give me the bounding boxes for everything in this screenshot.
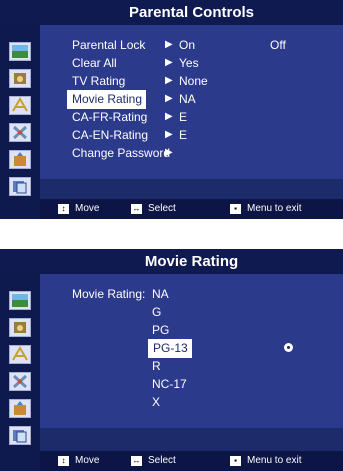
menu-item-value: On <box>179 38 196 52</box>
footer: ↕ Move ↔ Select ▪ Menu to exit <box>40 199 343 219</box>
rating-option-pg[interactable]: PG <box>152 321 169 340</box>
input-icon[interactable] <box>9 150 31 169</box>
menu-item-value: Yes <box>179 56 199 70</box>
channel-icon[interactable] <box>9 345 31 364</box>
movie-rating-menu: Movie Rating: NA G PG PG-13 R NC-17 X <box>40 274 343 428</box>
parental-controls-menu: Parental Lock ▶ On Off Clear All ▶ Yes TV Ratin… <box>40 25 343 179</box>
updown-icon: ↕ <box>58 455 69 466</box>
setup-icon[interactable] <box>9 123 31 142</box>
rating-option-nc-17[interactable]: NC-17 <box>152 375 187 394</box>
arrow-right-icon: ▶ <box>165 93 173 104</box>
application-icon[interactable] <box>9 177 31 196</box>
input-icon[interactable] <box>9 399 31 418</box>
menu-item-ca-fr-rating[interactable]: CA-FR-Rating <box>72 108 147 127</box>
footer-select: ↔ Select <box>131 455 176 466</box>
channel-icon[interactable] <box>9 96 31 115</box>
sound-icon[interactable] <box>9 318 31 337</box>
arrow-right-icon: ▶ <box>165 39 173 50</box>
rating-option-x[interactable]: X <box>152 393 160 412</box>
arrow-right-icon: ▶ <box>165 129 173 140</box>
menu-item-value: E <box>179 110 188 124</box>
movie-rating-panel: Movie Rating Movie Rating: NA G PG PG-13 R NC-… <box>0 249 343 471</box>
movie-rating-label: Movie Rating: <box>72 287 146 301</box>
picture-icon[interactable] <box>9 291 31 310</box>
option-off[interactable]: Off <box>270 36 286 55</box>
rating-option-g[interactable]: G <box>152 303 161 322</box>
leftright-icon: ↔ <box>131 203 142 214</box>
menu-item-value: E <box>179 128 188 142</box>
menu-item-movie-rating[interactable]: Movie Rating <box>67 90 147 109</box>
parental-controls-panel: Parental Controls Parental Lock ▶ On Off Cle… <box>0 0 343 219</box>
menu-item-value: NA <box>179 92 196 106</box>
updown-icon: ↕ <box>58 203 69 214</box>
rating-option-na[interactable]: NA <box>152 285 169 304</box>
selected-radio-icon <box>284 343 293 352</box>
sound-icon[interactable] <box>9 69 31 88</box>
rating-option-pg-13[interactable]: PG-13 <box>148 339 192 358</box>
arrow-right-icon: ▶ <box>165 57 173 68</box>
sidebar <box>0 274 40 471</box>
picture-icon[interactable] <box>9 42 31 61</box>
arrow-right-icon: ▶ <box>165 111 173 122</box>
menu-item-value: None <box>179 74 208 88</box>
menu-item-tv-rating[interactable]: TV Rating <box>72 72 125 91</box>
footer-move: ↕ Move <box>58 455 99 466</box>
menu-item-ca-en-rating[interactable]: CA-EN-Rating <box>72 126 148 145</box>
arrow-right-icon: ▶ <box>165 147 173 158</box>
menu-item-change-password[interactable]: Change Password <box>72 144 170 163</box>
arrow-right-icon: ▶ <box>165 75 173 86</box>
footer-move: ↕ Move <box>58 203 99 214</box>
footer-exit: ▪ Menu to exit <box>230 203 301 214</box>
leftright-icon: ↔ <box>131 455 142 466</box>
footer: ↕ Move ↔ Select ▪ Menu to exit <box>40 451 343 471</box>
sidebar <box>0 25 40 219</box>
panel-title: Movie Rating <box>0 249 343 274</box>
rating-option-r[interactable]: R <box>152 357 161 376</box>
menu-key-icon: ▪ <box>230 455 241 466</box>
menu-item-parental-lock[interactable]: Parental Lock <box>72 36 145 55</box>
menu-item-clear-all[interactable]: Clear All <box>72 54 117 73</box>
setup-icon[interactable] <box>9 372 31 391</box>
panel-title: Parental Controls <box>0 0 343 25</box>
footer-exit: ▪ Menu to exit <box>230 455 301 466</box>
footer-select: ↔ Select <box>131 203 176 214</box>
application-icon[interactable] <box>9 426 31 445</box>
menu-key-icon: ▪ <box>230 203 241 214</box>
